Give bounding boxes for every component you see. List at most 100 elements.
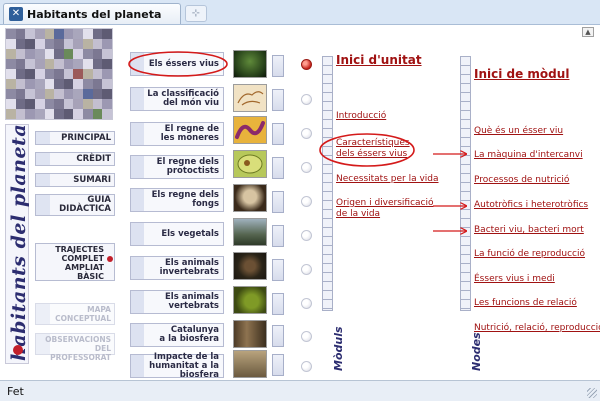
trajectes-title: TRAJECTES xyxy=(55,245,104,254)
mini-button-1[interactable] xyxy=(272,55,284,77)
nodes-label: Nodes xyxy=(460,303,483,373)
principal-button[interactable]: PRINCIPAL xyxy=(35,131,115,145)
topic-radio-9[interactable] xyxy=(301,331,312,342)
module-link-introduccio[interactable]: Introducció xyxy=(336,111,386,122)
mini-button-5[interactable] xyxy=(272,191,284,213)
topic-radio-7[interactable] xyxy=(301,264,312,275)
credit-button[interactable]: CRÈDIT xyxy=(35,152,115,166)
trajecte-basic[interactable]: BÀSIC xyxy=(36,272,104,281)
mini-button-9[interactable] xyxy=(272,325,284,347)
topic-button-10[interactable]: Impacte de la humanitat a la biosfera xyxy=(130,352,224,379)
trajecte-complet[interactable]: COMPLET xyxy=(36,254,104,263)
node-link-9[interactable]: Nutrició, relació, reproducció xyxy=(474,323,600,334)
node-link-8[interactable]: Les funcions de relació xyxy=(474,298,577,309)
resize-grip-icon[interactable] xyxy=(587,388,597,398)
topic-radio-10[interactable] xyxy=(301,361,312,372)
trajectes-selector[interactable]: TRAJECTES COMPLET AMPLIAT BÀSIC xyxy=(35,243,115,281)
mini-button-7[interactable] xyxy=(272,259,284,281)
mini-button-6[interactable] xyxy=(272,225,284,247)
topic-button-3[interactable]: El regne de les moneres xyxy=(130,122,224,146)
mosaic-tile xyxy=(44,49,55,59)
topic-button-4[interactable]: El regne dels protoctists xyxy=(130,155,224,179)
new-tab-button[interactable]: ⊹ xyxy=(185,5,207,22)
mosaic-tile xyxy=(102,79,112,89)
mosaic-tile xyxy=(15,99,26,109)
topic-button-5[interactable]: Els regne dels fongs xyxy=(130,188,224,212)
topic-button-8[interactable]: Els animals vertebrats xyxy=(130,290,224,314)
node-link-1[interactable]: Què és un ésser viu xyxy=(474,126,563,137)
inici-modul-link[interactable]: Inici de mòdul xyxy=(474,67,569,81)
mosaic-tile xyxy=(15,89,26,99)
mosaic-tile xyxy=(83,89,93,99)
topic-radio-6[interactable] xyxy=(301,230,312,241)
inici-unitat-link[interactable]: Inici d'unitat xyxy=(336,53,422,67)
module-link-origen[interactable]: Origen i diversificació de la vida xyxy=(336,198,434,220)
mosaic-tile xyxy=(54,59,64,69)
mosaic-tile xyxy=(63,79,74,89)
bacteria-thumbnail[interactable] xyxy=(233,116,267,144)
topic-radio-5[interactable] xyxy=(301,196,312,207)
logo-dot-icon xyxy=(13,345,23,355)
mini-button-8[interactable] xyxy=(272,293,284,315)
mosaic-tile xyxy=(73,109,84,119)
mini-button-2[interactable] xyxy=(272,89,284,111)
node-link-3[interactable]: Processos de nutrició xyxy=(474,175,569,186)
mosaic-tile xyxy=(6,109,16,119)
topic-button-2[interactable]: La classificació del món viu xyxy=(130,87,224,111)
topic-button-6[interactable]: Els vegetals xyxy=(130,222,224,246)
mosaic-tile xyxy=(34,49,45,59)
tree-thumbnail[interactable] xyxy=(233,218,267,246)
sketch-thumbnail[interactable] xyxy=(233,84,267,112)
topic-radio-2[interactable] xyxy=(301,94,312,105)
topic-radio-8[interactable] xyxy=(301,298,312,309)
node-link-5[interactable]: Bacteri viu, bacteri mort xyxy=(474,225,584,236)
selected-dot-icon xyxy=(107,256,113,262)
node-link-4[interactable]: Autotròfics i heterotròfics xyxy=(474,200,588,211)
mosaic-tile xyxy=(102,99,112,109)
mosaic-tile xyxy=(34,29,45,39)
topic-radio-1[interactable] xyxy=(301,59,312,70)
mosaic-tile xyxy=(83,79,93,89)
spider-thumbnail[interactable] xyxy=(233,252,267,280)
status-bar: Fet xyxy=(0,380,600,401)
mini-button-4[interactable] xyxy=(272,157,284,179)
forest-thumbnail[interactable] xyxy=(233,320,267,348)
topic-button-1[interactable]: Els éssers vius xyxy=(130,52,224,76)
topic-radio-4[interactable] xyxy=(301,162,312,173)
tab-habitants[interactable]: ✕ Habitants del planeta xyxy=(3,3,181,24)
node-link-6[interactable]: La funció de reproducció xyxy=(474,249,585,260)
plant-thumbnail[interactable] xyxy=(233,50,267,78)
mosaic-tile xyxy=(44,109,55,119)
mosaic-tile xyxy=(73,39,84,49)
topic-button-7[interactable]: Els animals invertebrats xyxy=(130,256,224,280)
sumari-button[interactable]: SUMARI xyxy=(35,173,115,187)
frog-thumbnail[interactable] xyxy=(233,286,267,314)
topic-radio-3[interactable] xyxy=(301,128,312,139)
mosaic-tile xyxy=(92,49,103,59)
cell-thumbnail[interactable] xyxy=(233,150,267,178)
topic-button-9[interactable]: Catalunya a la biosfera xyxy=(130,323,224,347)
mosaic-tile xyxy=(34,59,45,69)
cell-icon xyxy=(237,154,263,174)
mosaic-tile xyxy=(83,69,93,79)
module-link-necessitats[interactable]: Necessitats per la vida xyxy=(336,174,439,185)
mushroom-thumbnail[interactable] xyxy=(233,184,267,212)
mosaic-tile xyxy=(25,59,35,69)
node-link-2[interactable]: La màquina d'intercanvi xyxy=(474,150,583,161)
photo-mosaic xyxy=(5,28,113,120)
node-link-7[interactable]: Éssers vius i medi xyxy=(474,274,555,285)
guia-didactica-button[interactable]: GUIA DIDÀCTICA xyxy=(35,194,115,216)
mosaic-tile xyxy=(102,69,112,79)
module-link-caracteristiques[interactable]: Característiques dels éssers vius xyxy=(336,138,410,160)
bird-sketch-icon xyxy=(237,91,264,106)
people-thumbnail[interactable] xyxy=(233,350,267,378)
mosaic-tile xyxy=(92,29,103,39)
logo-text: habitants del planeta xyxy=(8,123,30,361)
mosaic-tile xyxy=(83,29,93,39)
trajecte-ampliat[interactable]: AMPLIAT xyxy=(36,263,104,272)
scroll-up-icon[interactable]: ▲ xyxy=(582,27,594,37)
mosaic-tile xyxy=(34,109,45,119)
bacteria-icon xyxy=(235,121,265,139)
mini-button-10[interactable] xyxy=(272,354,284,376)
mini-button-3[interactable] xyxy=(272,123,284,145)
